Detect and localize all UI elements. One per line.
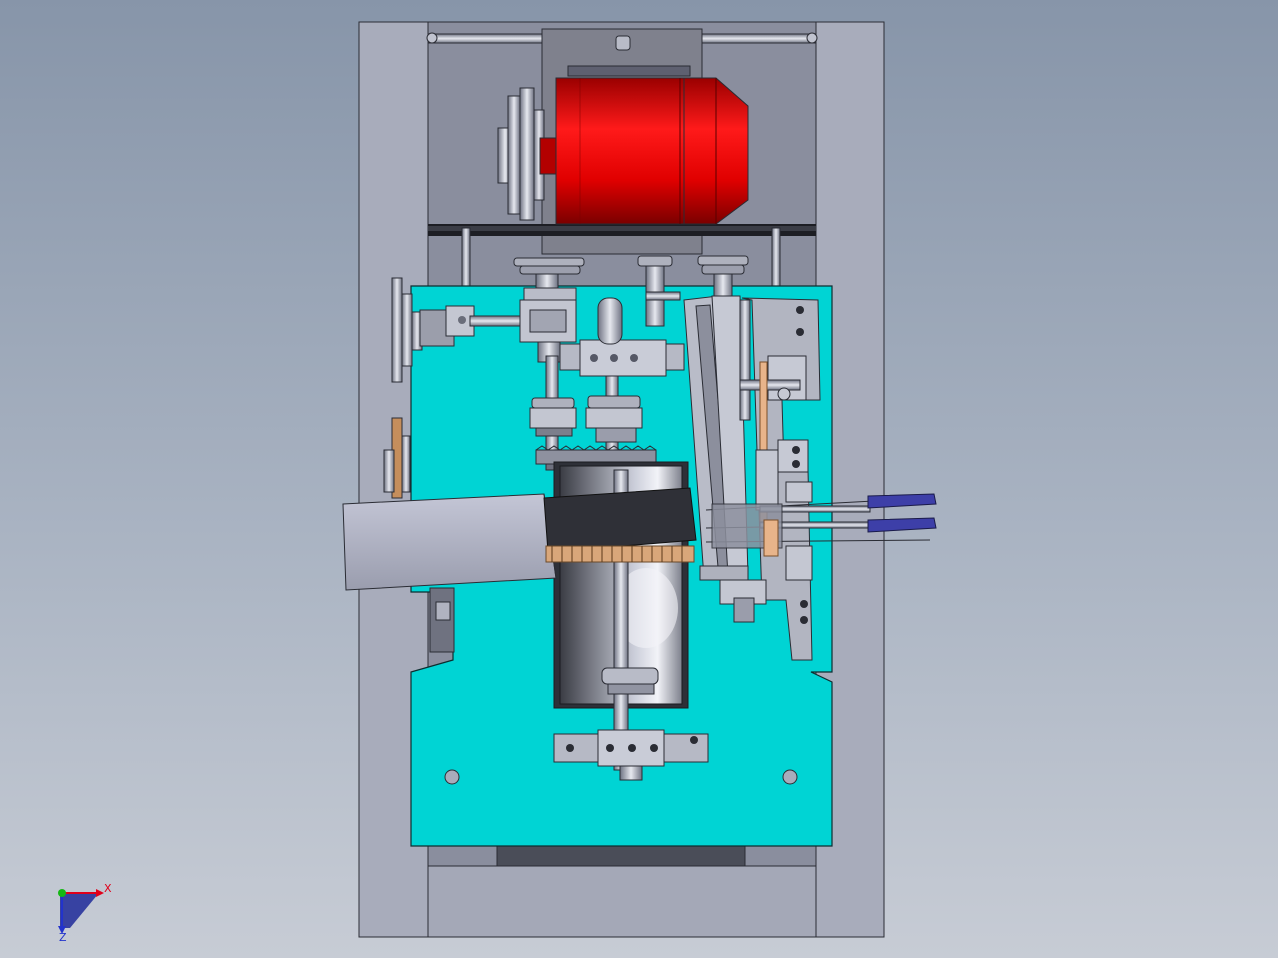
red-motor — [539, 77, 749, 225]
belt-bar — [428, 224, 816, 236]
frame-bottom-slot — [496, 845, 746, 867]
mount-hole-right — [782, 769, 798, 785]
feed-chute — [342, 493, 557, 591]
coordinate-triad: X Z — [58, 882, 112, 944]
y-axis-dot — [58, 889, 66, 897]
frame-bottom-beam — [427, 865, 817, 938]
mount-hole-left — [444, 769, 460, 785]
handle-upper — [867, 493, 937, 509]
triad-plane — [60, 894, 98, 928]
lower-bracket — [553, 729, 709, 767]
handle-lower — [867, 517, 937, 533]
machine-model[interactable]: X Z — [0, 0, 1278, 958]
brush-roller — [543, 487, 697, 563]
z-axis-label: Z — [59, 931, 67, 944]
cad-viewport[interactable]: X Z — [0, 0, 1278, 958]
x-axis-label: X — [104, 882, 112, 895]
